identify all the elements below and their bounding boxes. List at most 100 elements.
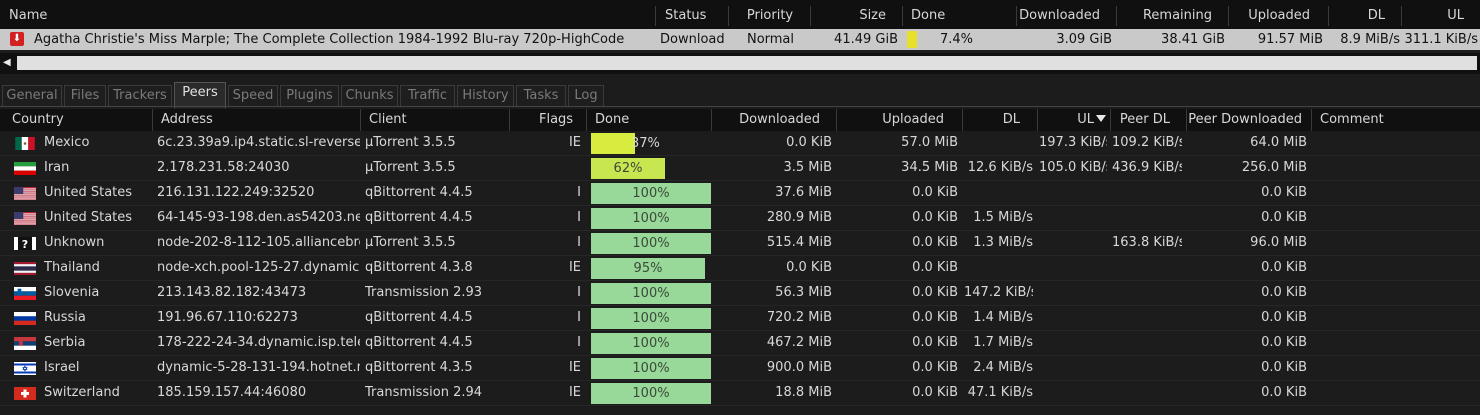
peer-row[interactable]: Switzerland 185.159.157.44:46080 Transmiss…	[0, 381, 1480, 406]
peer-uploaded: 0.0 KiB	[912, 385, 958, 400]
peer-client: qBittorrent 4.4.5	[365, 310, 473, 325]
peer-country: Switzerland	[44, 385, 120, 400]
tab-history[interactable]: History	[457, 85, 514, 107]
peer-flags: I	[577, 285, 581, 300]
peer-dl: 1.3 MiB/s	[973, 235, 1033, 250]
peer-peer-downloaded: 0.0 KiB	[1261, 210, 1307, 225]
peer-row[interactable]: Russia 191.96.67.110:62273 qBittorrent 4.4…	[0, 306, 1480, 331]
peer-col-ul[interactable]: UL	[1039, 109, 1111, 131]
peer-country: Unknown	[44, 235, 105, 250]
peer-flags: I	[577, 185, 581, 200]
peer-col-address[interactable]: Address	[154, 109, 361, 131]
torrent-progress-bar	[907, 31, 917, 48]
tab-files[interactable]: Files	[64, 85, 106, 107]
peer-client: Transmission 2.94	[365, 385, 483, 400]
torrent-list-header: Name Status Priority Size Done Downloade…	[0, 0, 1480, 38]
peer-row[interactable]: United States 64-145-93-198.den.as54203.n…	[0, 206, 1480, 231]
peer-country: Iran	[44, 160, 70, 175]
usa-flag-icon	[14, 212, 36, 225]
tab-log[interactable]: Log	[568, 85, 604, 107]
peer-country: Russia	[44, 310, 86, 325]
scrollbar-thumb[interactable]	[17, 56, 1477, 70]
torrent-dl: 8.9 MiB/s	[1340, 32, 1400, 47]
horizontal-scrollbar[interactable]: ◀	[0, 53, 1480, 74]
col-header-dl[interactable]: DL	[1330, 6, 1402, 26]
peer-client: qBittorrent 4.4.5	[365, 185, 473, 200]
peer-peer-downloaded: 0.0 KiB	[1261, 385, 1307, 400]
peer-uploaded: 0.0 KiB	[912, 260, 958, 275]
peer-row[interactable]: Mexico 6c.23.39a9.ip4.static.sl-reverse.c…	[0, 131, 1480, 156]
peer-dl: 1.5 MiB/s	[973, 210, 1033, 225]
peer-dl: 1.4 MiB/s	[973, 310, 1033, 325]
peer-col-uploaded[interactable]: Uploaded	[838, 109, 963, 131]
tab-traffic[interactable]: Traffic	[400, 85, 455, 107]
peer-col-country[interactable]: Country	[0, 109, 153, 131]
tab-speed[interactable]: Speed	[228, 85, 278, 107]
peer-uploaded: 0.0 KiB	[912, 285, 958, 300]
peer-row[interactable]: Slovenia 213.143.82.182:43473 Transmission…	[0, 281, 1480, 306]
peer-peer-downloaded: 96.0 MiB	[1250, 235, 1307, 250]
peer-country: Slovenia	[44, 285, 100, 300]
tab-general[interactable]: General	[2, 85, 62, 107]
peer-row[interactable]: Iran 2.178.231.58:24030 µTorrent 3.5.5 3.5 …	[0, 156, 1480, 181]
peer-downloaded: 0.0 KiB	[786, 260, 832, 275]
peer-flags: IE	[568, 385, 581, 400]
peer-country: Mexico	[44, 135, 90, 150]
peer-address: 191.96.67.110:62273	[157, 310, 298, 325]
peer-uploaded: 0.0 KiB	[912, 185, 958, 200]
peer-downloaded: 0.0 KiB	[786, 135, 832, 150]
peer-row[interactable]: Serbia 178-222-24-34.dynamic.isp.teleko qB…	[0, 331, 1480, 356]
tab-chunks[interactable]: Chunks	[341, 85, 398, 107]
torrent-priority: Normal	[746, 32, 795, 47]
peer-col-flags[interactable]: Flags	[511, 109, 587, 131]
peer-flags: IE	[568, 260, 581, 275]
col-header-downloaded[interactable]: Downloaded	[1018, 6, 1117, 26]
peer-row[interactable]: Thailand node-xch.pool-125-27.dynamic.to q…	[0, 256, 1480, 281]
peer-col-dl[interactable]: DL	[964, 109, 1038, 131]
col-header-size[interactable]: Size	[812, 6, 903, 26]
peer-peer-downloaded: 0.0 KiB	[1261, 310, 1307, 325]
peer-downloaded: 37.6 MiB	[775, 185, 832, 200]
col-header-status[interactable]: Status	[657, 6, 729, 38]
peer-client: qBittorrent 4.3.8	[365, 260, 473, 275]
detail-tabs: General Files Trackers Peers Speed Plugi…	[0, 81, 1480, 108]
peer-row[interactable]: Israel dynamic-5-28-131-194.hotnet.ne qBit…	[0, 356, 1480, 381]
peer-flags: I	[577, 235, 581, 250]
peer-downloaded: 280.9 MiB	[766, 210, 832, 225]
torrent-done: 7.4%	[939, 32, 973, 47]
peer-address: 216.131.122.249:32520	[157, 185, 315, 200]
peer-dl: 1.7 MiB/s	[973, 335, 1033, 350]
scroll-left-icon[interactable]: ◀	[3, 56, 15, 70]
tab-tasks[interactable]: Tasks	[516, 85, 566, 107]
torrent-row[interactable]: ⬇ Agatha Christie's Miss Marple; The Com…	[0, 29, 1480, 50]
col-header-ul[interactable]: UL	[1403, 6, 1480, 26]
israel-flag-icon	[14, 362, 36, 375]
peer-country: Israel	[44, 360, 80, 375]
peer-flags: I	[577, 310, 581, 325]
peer-done-bar: 37%	[591, 133, 660, 154]
peer-peer-dl: 163.8 KiB/s	[1112, 235, 1182, 250]
peer-col-peer-dl[interactable]: Peer DL	[1112, 109, 1187, 131]
peer-row[interactable]: United States 216.131.122.249:32520 qBitto…	[0, 181, 1480, 206]
col-header-uploaded[interactable]: Uploaded	[1230, 6, 1329, 26]
col-header-priority[interactable]: Priority	[730, 6, 811, 26]
peer-downloaded: 467.2 MiB	[766, 335, 832, 350]
peer-col-peer-downloaded[interactable]: Peer Downloaded	[1188, 109, 1312, 131]
peer-col-comment[interactable]: Comment	[1313, 109, 1480, 131]
peer-row[interactable]: ? Unknown node-202-8-112-105.alliancebroa µ…	[0, 231, 1480, 256]
col-header-name[interactable]: Name	[0, 6, 656, 26]
peer-col-done[interactable]: Done	[588, 109, 712, 131]
tab-trackers[interactable]: Trackers	[108, 85, 172, 107]
col-header-done[interactable]: Done	[904, 6, 1017, 26]
peer-ul: 197.3 KiB/s	[1039, 135, 1107, 150]
tab-plugins[interactable]: Plugins	[280, 85, 339, 107]
peer-peer-downloaded: 0.0 KiB	[1261, 285, 1307, 300]
peer-downloaded: 18.8 MiB	[775, 385, 832, 400]
peer-col-client[interactable]: Client	[362, 109, 510, 131]
peer-col-downloaded[interactable]: Downloaded	[713, 109, 837, 131]
thailand-flag-icon	[14, 262, 36, 275]
col-header-remaining[interactable]: Remaining	[1118, 6, 1229, 26]
tab-peers[interactable]: Peers	[174, 82, 226, 108]
peer-dl: 47.1 KiB/s	[967, 385, 1033, 400]
peer-uploaded: 0.0 KiB	[912, 310, 958, 325]
